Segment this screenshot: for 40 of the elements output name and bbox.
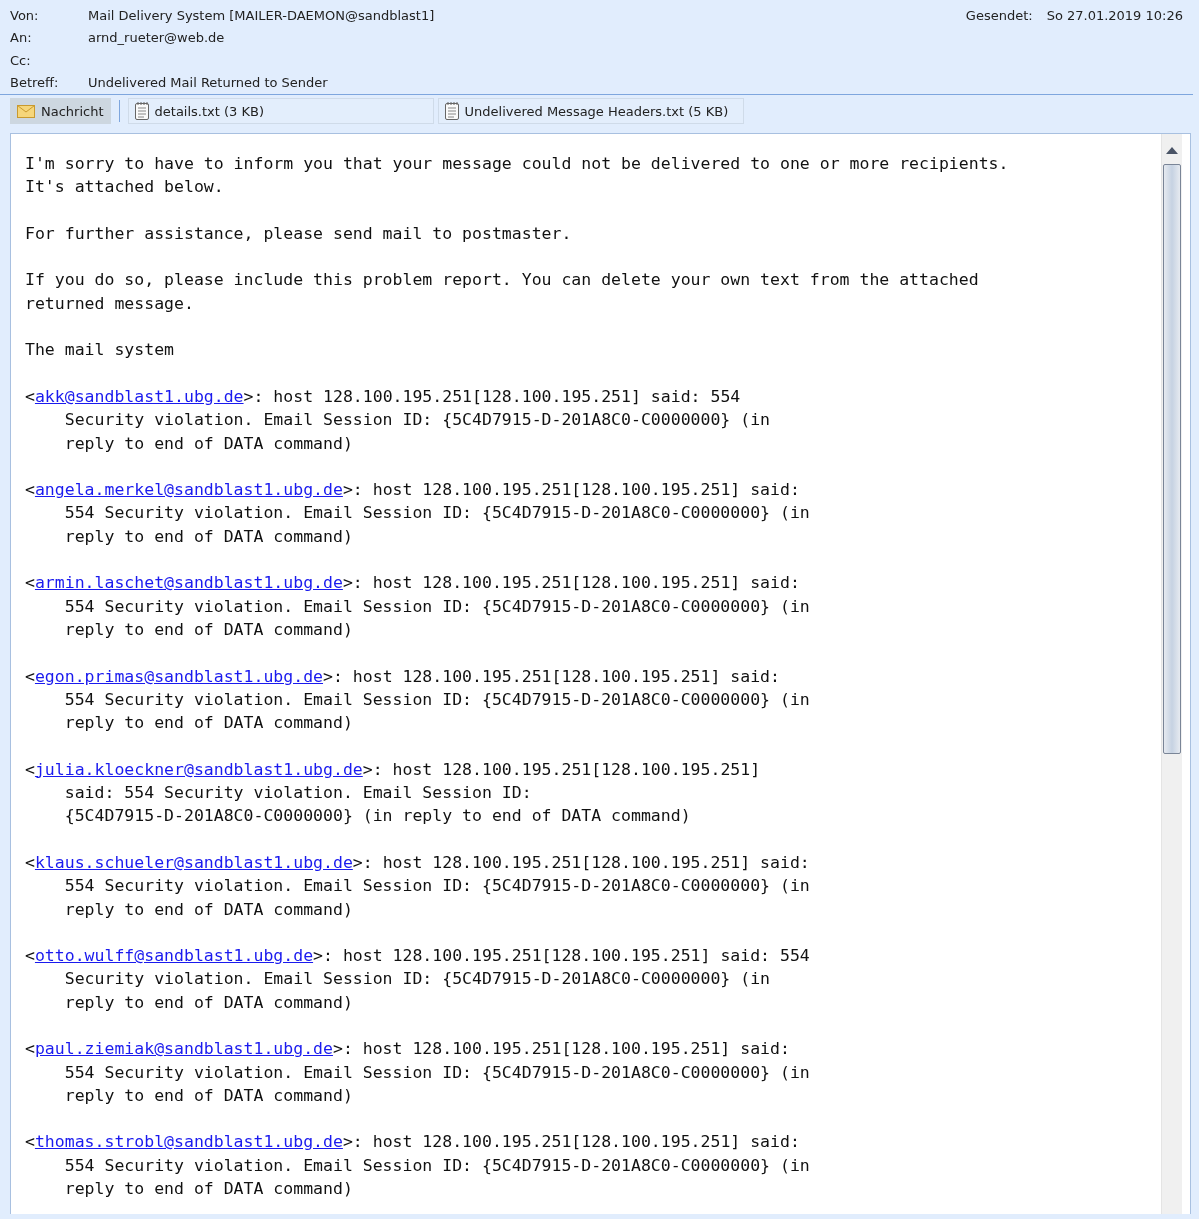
bounce-entry: <paul.ziemiak@sandblast1.ubg.de>: host 128.100.195.251[128.100.195.251] said: 554 Security violation. Email Session ID: {5C4D7915-D-201A8C0-C0000000} (in reply to end of DATA command) xyxy=(25,1038,811,1107)
email-link[interactable]: otto.wulff@sandblast1.ubg.de xyxy=(34,946,314,966)
bounce-entry: <armin.laschet@sandblast1.ubg.de>: host 128.100.195.251[128.100.195.251] said: 554 Security violation. Email Session ID: {5C4D7915-D-201A8C0-C0000000} (in reply to end of DATA command) xyxy=(25,572,811,641)
email-link[interactable]: akk@sandblast1.ubg.de xyxy=(34,386,244,406)
bounce-entry: <thomas.strobl@sandblast1.ubg.de>: host 128.100.195.251[128.100.195.251] said: 554 Security violation. Email Session ID: {5C4D7915-D-201A8C0-C0000000} (in reply to end of DATA command) xyxy=(25,1131,811,1201)
email-link[interactable]: klaus.schueler@sandblast1.ubg.de xyxy=(34,852,353,872)
field-value: Undelivered Mail Returned to Sender xyxy=(88,75,328,91)
bounce-entry: <egon.primas@sandblast1.ubg.de>: host 128.100.195.251[128.100.195.251] said: 554 Security violation. Email Session ID: {5C4D7915-D-201A8C0-C0000000} (in reply to end of DATA command) xyxy=(25,665,811,735)
message-paragraph: If you do so, please include this problem report. You can delete your own text from the attached returned message. xyxy=(25,269,980,315)
message-paragraph: I'm sorry to have to inform you that your message could not be delivered to one or more recipients. It's attached below. xyxy=(25,153,1010,199)
scrollbar[interactable] xyxy=(1161,134,1182,1214)
message-paragraph: The mail system xyxy=(25,339,175,362)
email-link[interactable]: julia.kloeckner@sandblast1.ubg.de xyxy=(34,759,363,779)
email-link[interactable]: angela.merkel@sandblast1.ubg.de xyxy=(34,480,343,500)
bounce-entry: <klaus.schueler@sandblast1.ubg.de>: host 128.100.195.251[128.100.195.251] said: 554 Security violation. Email Session ID: {5C4D7915-D-201A8C0-C0000000} (in reply to end of DATA command) xyxy=(25,851,811,921)
message-paragraph: For further assistance, please send mail to postmaster. xyxy=(25,222,573,245)
text-file-icon xyxy=(444,102,459,120)
field-value: So 27.01.2019 10:26 xyxy=(1046,8,1183,24)
envelope-icon xyxy=(17,104,35,118)
text-file-icon xyxy=(134,102,149,120)
bounce-entry: <julia.kloeckner@sandblast1.ubg.de>: host 128.100.195.251[128.100.195.251] said: 554 Security violation. Email Session ID: {5C4D7915-D-201A8C0-C0000000} (in reply to end of DATA command) xyxy=(25,758,762,828)
email-link[interactable]: armin.laschet@sandblast1.ubg.de xyxy=(34,573,343,593)
message-tab[interactable]: Nachricht xyxy=(10,98,111,124)
bounce-entry: <akk@sandblast1.ubg.de>: host 128.100.195.251[128.100.195.251] said: 554 Security violation. Email Session ID: {5C4D7915-D-201A8C0-C0000000} (in reply to end of DATA command) xyxy=(25,385,772,455)
attachment-tab[interactable]: Undelivered Message Headers.txt (5 KB) xyxy=(437,98,744,124)
email-link[interactable]: thomas.strobl@sandblast1.ubg.de xyxy=(34,1132,343,1152)
scroll-up-icon[interactable] xyxy=(1166,146,1178,154)
email-link[interactable]: paul.ziemiak@sandblast1.ubg.de xyxy=(34,1039,333,1059)
field-label: An: xyxy=(10,30,33,46)
field-value: arnd_rueter@web.de xyxy=(88,30,225,46)
field-label: Von: xyxy=(10,7,40,23)
field-value: Mail Delivery System [MAILER-DAEMON@sandblast1] xyxy=(88,7,435,23)
email-link[interactable]: egon.primas@sandblast1.ubg.de xyxy=(34,666,324,686)
bounce-entry: <angela.merkel@sandblast1.ubg.de>: host 128.100.195.251[128.100.195.251] said: 554 Security violation. Email Session ID: {5C4D7915-D-201A8C0-C0000000} (in reply to end of DATA command) xyxy=(25,479,811,548)
attachment-tab[interactable]: details.txt (3 KB) xyxy=(127,98,434,124)
bounce-entry: <otto.wulff@sandblast1.ubg.de>: host 128.100.195.251[128.100.195.251] said: 554 Security violation. Email Session ID: {5C4D7915-D-201A8C0-C0000000} (in reply to end of DATA command) xyxy=(25,945,811,1014)
scroll-thumb[interactable] xyxy=(1163,164,1181,754)
field-label: Betreff: xyxy=(10,75,60,91)
field-label: Cc: xyxy=(10,52,32,68)
field-label: Gesendet: xyxy=(965,8,1033,24)
